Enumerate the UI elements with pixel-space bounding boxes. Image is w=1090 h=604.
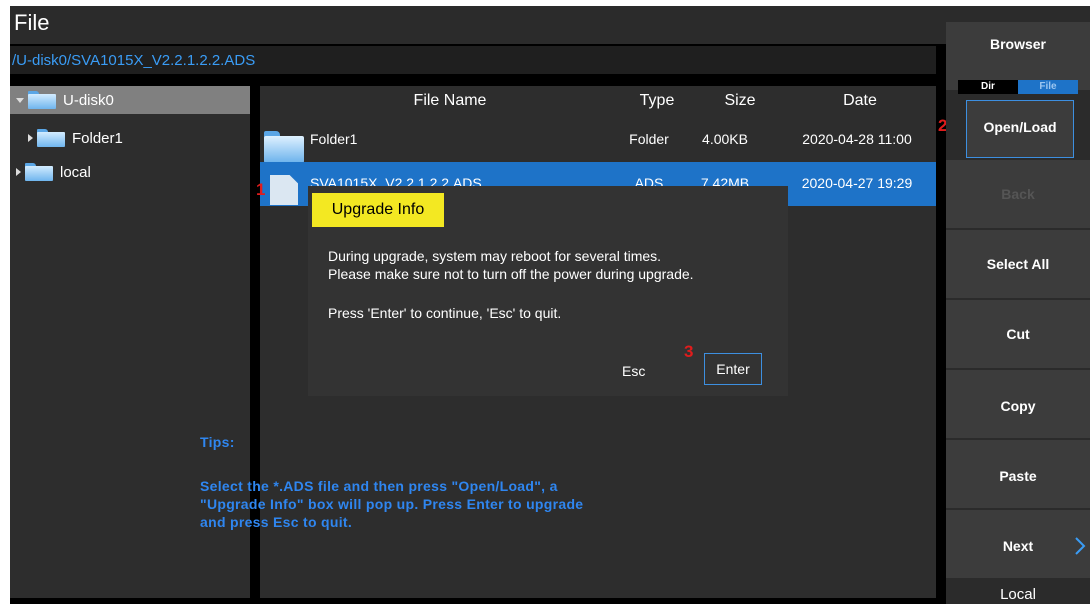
browser-menu-header: Browser Dir File bbox=[946, 22, 1090, 94]
button-label: Copy bbox=[1000, 398, 1036, 414]
back-button[interactable]: Back bbox=[946, 160, 1090, 228]
tree-item-label: U-disk0 bbox=[63, 91, 114, 109]
step-marker-3: 3 bbox=[684, 342, 694, 361]
next-button[interactable]: Next bbox=[946, 510, 1090, 578]
folder-icon bbox=[25, 163, 53, 181]
file-name: Folder1 bbox=[310, 131, 358, 147]
tips-line: "Upgrade Info" box will pop up. Press En… bbox=[200, 496, 584, 512]
tips-line: Select the *.ADS file and then press "Op… bbox=[200, 478, 558, 494]
toggle-dir[interactable]: Dir bbox=[958, 80, 1018, 94]
column-header-type[interactable]: Type bbox=[622, 92, 692, 110]
column-header-name[interactable]: File Name bbox=[370, 92, 530, 110]
tips-line: and press Esc to quit. bbox=[200, 514, 353, 530]
column-header-size[interactable]: Size bbox=[700, 92, 780, 110]
drive-folder-icon bbox=[28, 91, 56, 109]
dir-file-toggle[interactable]: Dir File bbox=[958, 80, 1078, 94]
softkey-sidebar: Browser Dir File Open/Load Back Select A… bbox=[946, 6, 1090, 604]
folder-icon bbox=[264, 131, 304, 163]
select-all-button[interactable]: Select All bbox=[946, 230, 1090, 298]
collapse-arrow-icon[interactable] bbox=[28, 134, 33, 142]
collapse-arrow-icon[interactable] bbox=[16, 168, 21, 176]
file-type: Folder bbox=[629, 131, 669, 147]
paste-button[interactable]: Paste bbox=[946, 440, 1090, 508]
dialog-title: Upgrade Info bbox=[312, 193, 444, 227]
button-label: Select All bbox=[986, 256, 1050, 272]
chevron-right-icon bbox=[1075, 537, 1086, 555]
local-button[interactable]: Local bbox=[946, 580, 1090, 604]
button-label: Back bbox=[1001, 186, 1035, 202]
toggle-file[interactable]: File bbox=[1018, 80, 1078, 94]
tree-item-label: Folder1 bbox=[72, 129, 123, 147]
table-row[interactable]: Folder1 Folder 4.00KB 2020-04-28 11:00 bbox=[260, 118, 936, 163]
file-icon bbox=[270, 175, 298, 205]
tree-item-u-disk0[interactable]: U-disk0 bbox=[10, 86, 250, 114]
button-label: Open/Load bbox=[983, 119, 1057, 135]
path-bar: /U-disk0/SVA1015X_V2.2.1.2.2.ADS bbox=[10, 46, 936, 74]
dialog-message: During upgrade, system may reboot for se… bbox=[328, 248, 662, 264]
file-browser-screen: File /U-disk0/SVA1015X_V2.2.1.2.2.ADS U-… bbox=[10, 6, 1090, 604]
button-label: Cut bbox=[1006, 326, 1030, 342]
dialog-message: Please make sure not to turn off the pow… bbox=[328, 266, 694, 282]
button-label: Next bbox=[1002, 538, 1034, 554]
esc-button[interactable]: Esc bbox=[622, 363, 645, 379]
tree-item-label: local bbox=[60, 163, 91, 181]
button-label: Local bbox=[1000, 586, 1036, 603]
file-date: 2020-04-28 11:00 bbox=[802, 131, 912, 147]
dialog-message: Press 'Enter' to continue, 'Esc' to quit… bbox=[328, 305, 562, 321]
cut-button[interactable]: Cut bbox=[946, 300, 1090, 368]
current-path: /U-disk0/SVA1015X_V2.2.1.2.2.ADS bbox=[12, 52, 256, 69]
upgrade-info-dialog: Upgrade Info During upgrade, system may … bbox=[308, 186, 788, 396]
file-size: 4.00KB bbox=[702, 131, 748, 147]
button-label: Paste bbox=[999, 468, 1037, 484]
window-title: File bbox=[14, 10, 50, 35]
menu-title: Browser bbox=[989, 36, 1047, 52]
column-header-date[interactable]: Date bbox=[800, 92, 920, 110]
tree-item-local[interactable]: local bbox=[16, 158, 91, 186]
tips-heading: Tips: bbox=[200, 434, 235, 450]
enter-button[interactable]: Enter bbox=[704, 353, 762, 385]
step-marker-1: 1 bbox=[256, 180, 266, 199]
copy-button[interactable]: Copy bbox=[946, 370, 1090, 438]
folder-icon bbox=[37, 129, 65, 147]
file-date: 2020-04-27 19:29 bbox=[801, 175, 913, 191]
title-bar: File bbox=[10, 6, 946, 44]
tree-item-folder1[interactable]: Folder1 bbox=[28, 124, 123, 152]
expand-arrow-icon[interactable] bbox=[16, 97, 24, 103]
open-load-button[interactable]: Open/Load bbox=[966, 100, 1074, 158]
